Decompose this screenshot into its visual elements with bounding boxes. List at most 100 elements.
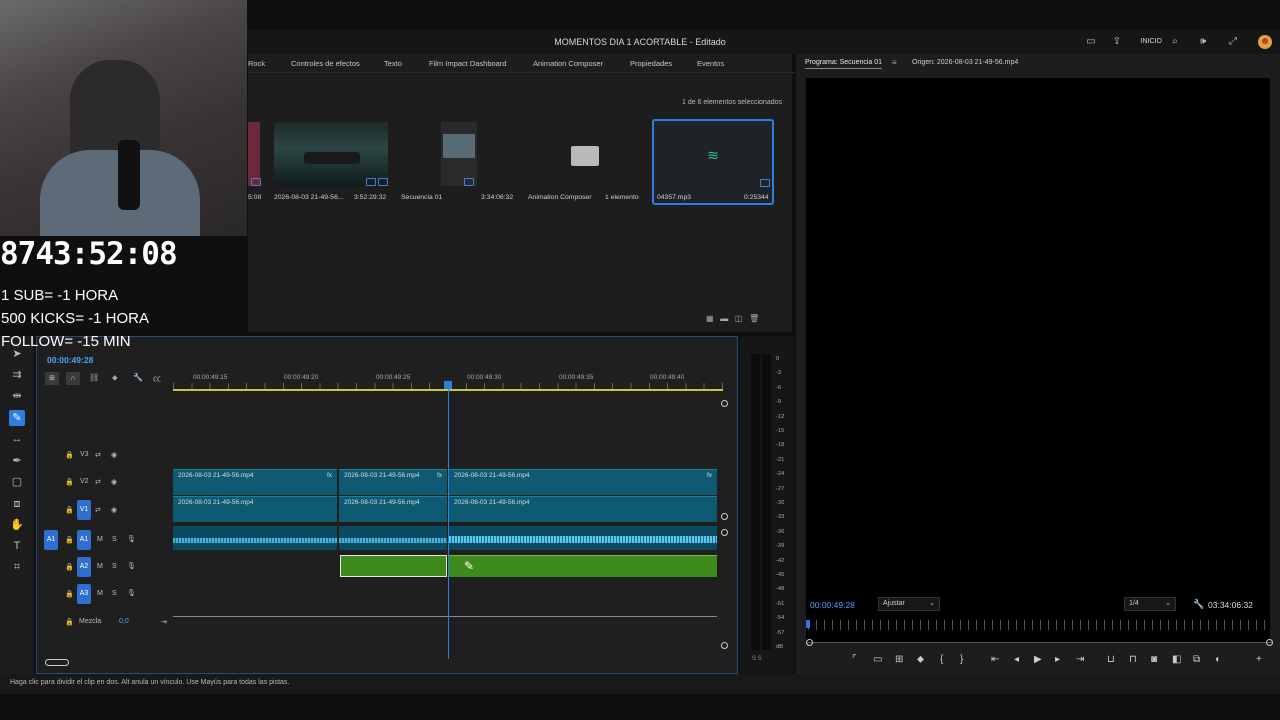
fullscreen-icon[interactable]: ⤢ bbox=[1226, 35, 1240, 49]
audio-clip-selected[interactable] bbox=[340, 555, 447, 577]
step-back-icon[interactable]: ◂ bbox=[1014, 654, 1019, 665]
tab-program[interactable]: Programa: Secuencia 01 bbox=[805, 59, 883, 69]
marker-icon[interactable]: ⬥ bbox=[917, 654, 924, 665]
clip-thumbnail[interactable] bbox=[274, 122, 388, 186]
program-ruler[interactable] bbox=[808, 620, 1270, 630]
comparison-icon[interactable]: ◧ bbox=[1172, 654, 1181, 665]
eye-icon[interactable]: ◉ bbox=[111, 451, 117, 459]
extract-icon[interactable]: ⊓ bbox=[1129, 654, 1137, 665]
audio-clip[interactable] bbox=[449, 555, 717, 577]
sync-icon[interactable]: ⇄ bbox=[95, 506, 101, 514]
sync-icon[interactable]: ⇄ bbox=[95, 478, 101, 486]
horizontal-zoom-handle[interactable] bbox=[45, 659, 69, 666]
type-tool-icon[interactable]: T bbox=[9, 538, 25, 554]
lock-icon[interactable]: 🔒 bbox=[65, 451, 74, 459]
audio-scroll-handle-bottom[interactable] bbox=[721, 642, 728, 649]
track-label[interactable]: A2 bbox=[77, 557, 91, 577]
go-to-out-icon[interactable]: ⇥ bbox=[1076, 654, 1084, 665]
tab-film-impact[interactable]: Film Impact Dashboard bbox=[429, 59, 507, 68]
bracket-out-icon[interactable]: } bbox=[960, 654, 963, 665]
lock-icon[interactable]: 🔒 bbox=[65, 563, 74, 571]
avatar-icon[interactable]: ☻ bbox=[1258, 35, 1272, 49]
lock-icon[interactable]: 🔒 bbox=[65, 618, 74, 626]
go-to-in-icon[interactable]: ⇤ bbox=[991, 654, 999, 665]
audio-clip[interactable] bbox=[173, 526, 337, 550]
tab-properties[interactable]: Propiedades bbox=[630, 59, 672, 68]
lock-icon[interactable]: 🔒 bbox=[65, 590, 74, 598]
eye-icon[interactable]: ◉ bbox=[111, 478, 117, 486]
nest-icon[interactable]: ⊞ bbox=[45, 372, 59, 385]
mark-in-icon[interactable]: ⌜ bbox=[852, 654, 857, 665]
add-button-icon[interactable]: + bbox=[1256, 654, 1262, 665]
new-bin-icon[interactable]: ▬ bbox=[720, 314, 728, 323]
video-clip[interactable]: 2026-08-03 21-49-56.mp4 fx bbox=[173, 469, 337, 495]
source-patch-a1[interactable]: A1 bbox=[44, 530, 58, 550]
tab-events[interactable]: Eventos bbox=[697, 59, 724, 68]
menu-icon[interactable]: ≡ bbox=[892, 58, 897, 67]
vscroll-handle-top[interactable] bbox=[721, 400, 728, 407]
program-viewer[interactable] bbox=[806, 78, 1270, 642]
tab-text[interactable]: Texto bbox=[384, 59, 402, 68]
slip-tool-icon[interactable]: ↔ bbox=[9, 431, 25, 447]
scroll-handle-right[interactable] bbox=[1266, 639, 1273, 646]
microphone-icon[interactable]: 🎙 bbox=[127, 562, 136, 570]
mute-button[interactable]: M bbox=[97, 590, 103, 597]
automate-icon[interactable]: ▦ bbox=[706, 314, 714, 323]
progress-icon[interactable]: ◌ bbox=[1138, 35, 1152, 49]
solo-button[interactable]: S bbox=[112, 536, 117, 543]
audio-icon[interactable]: ◖ bbox=[1214, 654, 1220, 665]
wrench-icon[interactable]: 🔧 bbox=[1193, 599, 1204, 610]
selected-audio-item[interactable]: ≋ 04357.mp3 0:25344 bbox=[652, 119, 774, 205]
generative-extend-icon[interactable]: ⧈ bbox=[9, 496, 25, 512]
video-clip[interactable]: 2026-08-03 21-49-56.mp4 fx bbox=[339, 469, 447, 495]
program-timecode[interactable]: 00:00:49:28 bbox=[810, 600, 855, 610]
lock-icon[interactable]: 🔒 bbox=[65, 506, 74, 514]
scroll-handle-left[interactable] bbox=[806, 639, 813, 646]
fit-select[interactable]: Ajustar ⌄ bbox=[878, 597, 940, 611]
zoom-scrollbar[interactable] bbox=[806, 642, 1272, 643]
audio-clip[interactable] bbox=[339, 526, 447, 550]
safe-margins-icon[interactable]: ▭ bbox=[873, 654, 882, 665]
video-clip[interactable]: 2026-08-03 21-49-56.mp4 bbox=[449, 496, 717, 522]
lock-icon[interactable]: 🔒 bbox=[65, 536, 74, 544]
rectangle-tool-icon[interactable]: ▢ bbox=[9, 474, 25, 490]
audio-scroll-handle-top[interactable] bbox=[721, 529, 728, 536]
mix-value[interactable]: 0,0 bbox=[119, 618, 129, 625]
clip-thumbnail[interactable] bbox=[248, 122, 260, 186]
microphone-icon[interactable]: 🎙 bbox=[127, 589, 136, 597]
search-icon[interactable]: ⌕ bbox=[1168, 35, 1182, 49]
audio-clip[interactable] bbox=[449, 526, 717, 550]
play-icon[interactable]: ▶ bbox=[1034, 654, 1042, 665]
hand-tool-icon[interactable]: ✋ bbox=[9, 517, 25, 533]
program-playhead[interactable] bbox=[806, 620, 810, 628]
step-forward-icon[interactable]: ▸ bbox=[1055, 654, 1060, 665]
vscroll-handle-bottom[interactable] bbox=[721, 513, 728, 520]
video-clip[interactable]: 2026-08-03 21-49-56.mp4 fx bbox=[449, 469, 717, 495]
solo-button[interactable]: S bbox=[112, 563, 117, 570]
microphone-icon[interactable]: 🎙 bbox=[127, 535, 136, 543]
meter-solo-label[interactable]: S S bbox=[752, 656, 762, 662]
share-icon[interactable]: ⇪ bbox=[1110, 35, 1124, 49]
settings-wrench-icon[interactable]: 🔧 bbox=[133, 373, 143, 382]
lock-icon[interactable]: 🔒 bbox=[65, 478, 74, 486]
tab-source[interactable]: Origen: 2026-08-03 21-49-56.mp4 bbox=[912, 59, 1018, 66]
linked-selection-icon[interactable]: ⛓ bbox=[89, 373, 99, 382]
proxy-icon[interactable]: ⧉ bbox=[1193, 654, 1200, 665]
new-item-icon[interactable]: ◫ bbox=[735, 314, 743, 323]
eye-icon[interactable]: ◉ bbox=[111, 506, 117, 514]
caption-tool-icon[interactable]: ⌗ bbox=[9, 559, 25, 575]
track-label[interactable]: A3 bbox=[77, 584, 91, 604]
track-label[interactable]: V1 bbox=[77, 500, 91, 520]
sequence-thumbnail[interactable] bbox=[441, 122, 477, 186]
mix-level-line[interactable] bbox=[173, 616, 717, 617]
mute-button[interactable]: M bbox=[97, 563, 103, 570]
sync-icon[interactable]: ⇄ bbox=[95, 451, 101, 459]
tab-animation-composer[interactable]: Animation Composer bbox=[533, 59, 603, 68]
panel-icon[interactable]: ▭ bbox=[1084, 35, 1098, 49]
video-clip[interactable]: 2026-08-03 21-49-56.mp4 bbox=[339, 496, 447, 522]
mute-button[interactable]: M bbox=[97, 536, 103, 543]
pen-tool-icon[interactable]: ✒ bbox=[9, 453, 25, 469]
bracket-in-icon[interactable]: { bbox=[940, 654, 943, 665]
folder-icon[interactable] bbox=[571, 146, 599, 166]
add-marker-icon[interactable]: ⬥ bbox=[112, 373, 118, 383]
